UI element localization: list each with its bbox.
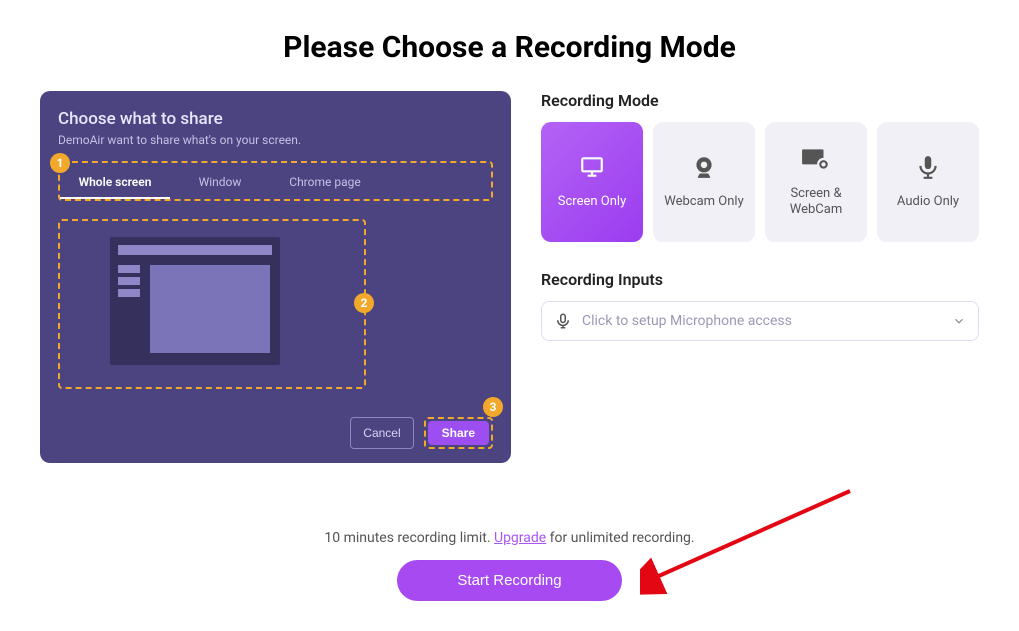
thumb-bar <box>118 289 140 297</box>
microphone-select[interactable]: Click to setup Microphone access <box>541 301 979 341</box>
mode-card-audio-only[interactable]: Audio Only <box>877 122 979 242</box>
share-button-highlight: Share <box>424 417 493 449</box>
mode-card-label: Screen & WebCam <box>765 186 867 217</box>
screen-webcam-icon <box>801 146 831 172</box>
limit-post: for unlimited recording. <box>546 530 694 546</box>
mode-card-screen-only[interactable]: Screen Only <box>541 122 643 242</box>
start-recording-button[interactable]: Start Recording <box>397 560 621 601</box>
tab-chrome-page[interactable]: Chrome page <box>270 169 380 199</box>
upgrade-link[interactable]: Upgrade <box>494 530 546 546</box>
mode-card-label: Screen Only <box>558 194 626 210</box>
microphone-placeholder: Click to setup Microphone access <box>582 313 792 329</box>
chevron-down-icon <box>952 314 966 328</box>
limit-text: 10 minutes recording limit. Upgrade for … <box>0 530 1019 546</box>
recording-inputs-label: Recording Inputs <box>541 270 979 289</box>
step-badge-1: 1 <box>50 153 70 173</box>
step-badge-2: 2 <box>354 293 374 313</box>
mode-card-label: Audio Only <box>897 194 959 210</box>
mode-card-screen-webcam[interactable]: Screen & WebCam <box>765 122 867 242</box>
share-picker-heading: Choose what to share <box>58 109 493 129</box>
footer: 10 minutes recording limit. Upgrade for … <box>0 530 1019 601</box>
limit-pre: 10 minutes recording limit. <box>324 530 494 546</box>
tab-whole-screen[interactable]: Whole screen <box>60 169 170 199</box>
thumb-panel <box>150 265 270 353</box>
screen-thumbnail[interactable] <box>110 237 280 365</box>
share-preview-highlight: 2 <box>58 219 366 389</box>
page-title: Please Choose a Recording Mode <box>40 30 979 65</box>
recording-mode-label: Recording Mode <box>541 91 979 110</box>
tab-window[interactable]: Window <box>170 169 270 199</box>
share-picker-subtext: DemoAir want to share what's on your scr… <box>58 133 493 147</box>
share-picker-panel: Choose what to share DemoAir want to sha… <box>40 91 511 463</box>
mode-card-webcam-only[interactable]: Webcam Only <box>653 122 755 242</box>
microphone-icon <box>913 154 943 180</box>
mode-card-label: Webcam Only <box>664 194 743 210</box>
microphone-icon <box>554 312 572 330</box>
monitor-icon <box>577 154 607 180</box>
thumb-bar <box>118 277 140 285</box>
thumb-bar <box>118 265 140 273</box>
share-tabs-highlight: 1 Whole screen Window Chrome page <box>58 161 493 201</box>
webcam-icon <box>689 154 719 180</box>
recording-mode-cards: Screen Only Webcam Only Screen & WebCam <box>541 122 979 242</box>
cancel-button[interactable]: Cancel <box>350 417 413 449</box>
share-button[interactable]: Share <box>428 421 489 445</box>
step-badge-3: 3 <box>483 397 503 417</box>
thumb-bar <box>118 245 272 255</box>
